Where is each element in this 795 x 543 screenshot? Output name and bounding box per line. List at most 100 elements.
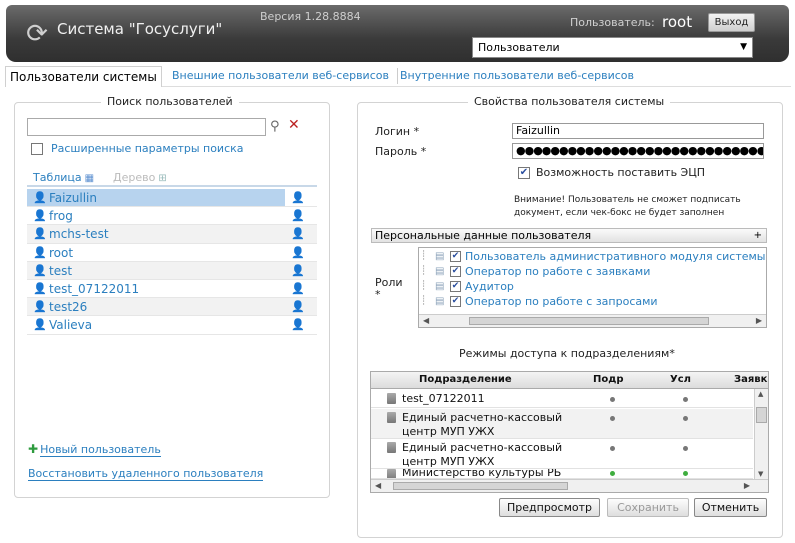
scroll-down-icon[interactable]: ▼	[758, 470, 763, 478]
division-name: Единый расчетно-кассовый центр МУП УЖХ	[402, 441, 563, 468]
user-name[interactable]: test	[49, 262, 72, 280]
grid-vertical-scrollbar[interactable]: ▲ ▼	[754, 389, 768, 479]
user-icon: 👤	[33, 227, 47, 241]
user-name[interactable]: root	[49, 244, 73, 262]
ecp-checkbox[interactable]: ✔	[518, 167, 530, 179]
grid-horizontal-scrollbar[interactable]: ◀ ▶	[371, 479, 768, 492]
role-checkbox[interactable]: ✔	[450, 251, 461, 262]
user-action-icon[interactable]: 👤	[291, 262, 305, 280]
user-name[interactable]: frog	[49, 207, 73, 225]
cancel-button[interactable]: Отменить	[694, 498, 767, 517]
tab-external-ws-users[interactable]: Внешние пользователи веб-сервисов	[168, 66, 393, 87]
scroll-thumb[interactable]	[756, 407, 767, 423]
user-name[interactable]: test26	[49, 298, 87, 316]
refresh-logo-icon: ⟳	[26, 19, 48, 49]
user-action-icon[interactable]: 👤	[291, 316, 305, 334]
role-checkbox[interactable]: ✔	[450, 266, 461, 277]
close-icon[interactable]: ✕	[288, 117, 300, 133]
access-dot[interactable]	[610, 416, 615, 421]
access-dot[interactable]	[683, 416, 688, 421]
advanced-search-label[interactable]: Расширенные параметры поиска	[51, 142, 244, 155]
expand-icon[interactable]: +	[754, 229, 762, 242]
table-row[interactable]: test_07122011	[371, 390, 753, 408]
personal-data-section[interactable]: Персональные данные пользователя +	[371, 228, 767, 243]
user-action-icon[interactable]: 👤	[291, 244, 305, 262]
advanced-search-checkbox[interactable]	[31, 143, 43, 155]
column-usl[interactable]: Усл	[670, 372, 691, 388]
list-item[interactable]: 👤 Valieva 👤	[27, 316, 317, 335]
role-checkbox[interactable]: ✔	[450, 296, 461, 307]
scroll-thumb[interactable]	[393, 482, 568, 490]
division-name: Единый расчетно-кассовый центр МУП УЖХ	[402, 411, 563, 438]
user-name[interactable]: mchs-test	[49, 225, 109, 243]
document-icon: ▤	[435, 251, 445, 262]
user-icon: 👤	[33, 318, 47, 332]
module-select[interactable]: Пользователи ▼	[472, 37, 753, 58]
user-action-icon[interactable]: 👤	[291, 207, 305, 225]
logout-button[interactable]: Выход	[708, 13, 755, 32]
access-dot[interactable]	[610, 471, 615, 476]
list-item[interactable]: 👤 mchs-test 👤	[27, 225, 317, 244]
search-input[interactable]	[27, 118, 266, 136]
current-user-name: root	[662, 13, 693, 31]
user-icon: 👤	[33, 281, 47, 295]
properties-panel-legend: Свойства пользователя системы	[468, 95, 671, 108]
server-icon	[387, 412, 396, 423]
tree-line-icon: ┊	[421, 281, 427, 291]
roles-horizontal-scrollbar[interactable]: ◀ ▶	[419, 314, 766, 327]
column-division[interactable]: Подразделение	[419, 372, 512, 388]
view-tab-tree[interactable]: Дерево ⊞	[113, 171, 167, 184]
access-dot[interactable]	[683, 446, 688, 451]
ecp-notice: Внимание! Пользователь не сможет подписа…	[514, 195, 741, 218]
user-name[interactable]: Faizullin	[49, 189, 97, 207]
list-item[interactable]: 👤 test_07122011 👤	[27, 280, 317, 299]
scroll-thumb[interactable]	[469, 317, 709, 325]
module-select-value: Пользователи	[478, 41, 560, 54]
user-icon: 👤	[33, 209, 47, 223]
table-row[interactable]: Министерство культуры РБ	[371, 469, 753, 479]
table-row[interactable]: Единый расчетно-кассовый центр МУП УЖХ	[371, 409, 753, 439]
role-label: Оператор по работе с заявками	[465, 265, 651, 278]
restore-user-link[interactable]: Восстановить удаленного пользователя	[28, 468, 264, 481]
access-dot[interactable]	[683, 471, 688, 476]
role-checkbox[interactable]: ✔	[450, 281, 461, 292]
access-dot[interactable]	[610, 446, 615, 451]
login-label: Логин *	[375, 125, 420, 138]
preview-button[interactable]: Предпросмотр	[499, 498, 600, 517]
user-action-icon[interactable]: 👤	[291, 280, 305, 298]
user-icon: 👤	[33, 191, 47, 204]
user-action-icon[interactable]: 👤	[291, 298, 305, 316]
tab-internal-ws-users[interactable]: Внутренние пользователи веб-сервисов	[396, 66, 638, 87]
column-podr[interactable]: Подр	[593, 372, 623, 388]
search-icon[interactable]: ⚲	[270, 119, 280, 134]
table-row[interactable]: Единый расчетно-кассовый центр МУП УЖХ	[371, 439, 753, 469]
new-user-link[interactable]: ✚ Новый пользователь	[28, 442, 161, 457]
scroll-up-icon[interactable]: ▲	[758, 390, 763, 398]
password-field[interactable]: ●●●●●●●●●●●●●●●●●●●●●●●●●●●●●●●●●●●●●●●●…	[512, 143, 764, 159]
scroll-left-icon[interactable]: ◀	[375, 481, 381, 490]
scroll-right-icon[interactable]: ▶	[756, 316, 762, 325]
list-item[interactable]: 👤 test 👤	[27, 261, 317, 280]
tab-system-users[interactable]: Пользователи системы	[5, 66, 162, 87]
list-item[interactable]: 👤 frog 👤	[27, 207, 317, 226]
user-name[interactable]: test_07122011	[49, 280, 139, 298]
save-button[interactable]: Сохранить	[607, 498, 689, 517]
column-zayavki[interactable]: Заявки	[734, 372, 768, 388]
login-field[interactable]: Faizullin	[512, 123, 764, 139]
user-name[interactable]: Valieva	[49, 316, 92, 334]
access-dot[interactable]	[683, 397, 688, 402]
tree-icon: ⊞	[158, 173, 167, 184]
list-item[interactable]: 👤 root 👤	[27, 244, 317, 262]
user-action-icon[interactable]: 👤	[291, 189, 305, 207]
view-tab-table[interactable]: Таблица ▦	[33, 171, 94, 184]
list-item[interactable]: 👤 test26 👤	[27, 298, 317, 317]
user-label: Пользователь:	[570, 16, 655, 29]
scroll-right-icon[interactable]: ▶	[744, 481, 750, 490]
access-dot[interactable]	[610, 397, 615, 402]
access-modes-title: Режимы доступа к подразделениям*	[459, 347, 675, 360]
user-action-icon[interactable]: 👤	[291, 225, 305, 243]
scroll-left-icon[interactable]: ◀	[423, 316, 429, 325]
app-title: Система "Госуслуги"	[57, 20, 223, 38]
search-panel-legend: Поиск пользователей	[101, 95, 239, 108]
list-item[interactable]: 👤 Faizullin 👤	[27, 189, 317, 208]
